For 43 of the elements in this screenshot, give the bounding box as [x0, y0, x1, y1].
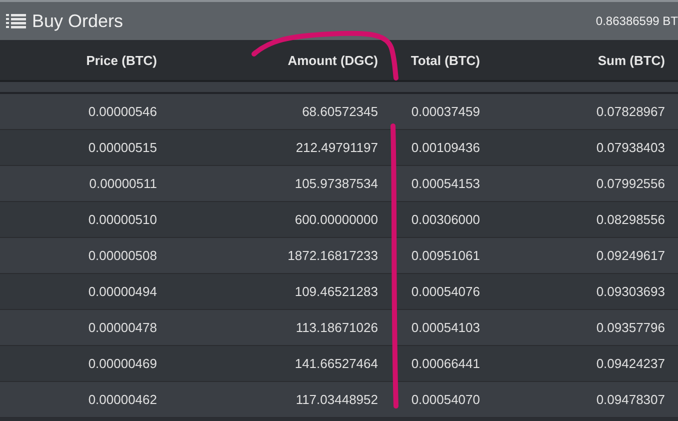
- table-cell-text: 0.09357796: [595, 320, 665, 335]
- table-cell-text: 212.49791197: [294, 140, 378, 155]
- table-cell-text: 0.00037459: [410, 104, 480, 119]
- column-header: Sum (BTC): [596, 52, 665, 68]
- column-header: Price (BTC): [85, 52, 157, 68]
- table-cell-text: 0.08298556: [595, 212, 665, 227]
- table-cell-text: 117.03448952: [294, 392, 378, 407]
- table-cell-text: 600.00000000: [294, 212, 378, 227]
- table-cell-text: 0.00054070: [410, 392, 480, 407]
- table-cell-text: 0.00066441: [410, 356, 480, 371]
- table-cell-text: 0.00000510: [87, 212, 157, 227]
- table-cell-text: 0.07938403: [595, 140, 665, 155]
- table-cell-text: 105.97387534: [294, 176, 378, 191]
- table-cell-text: 109.46521283: [294, 284, 378, 299]
- table-cell-text: 0.00000508: [87, 248, 157, 263]
- table-cell-text: 0.00000546: [87, 104, 157, 119]
- table-cell-text: 0.00000462: [87, 392, 157, 407]
- table-cell-text: 0.00000511: [88, 176, 157, 191]
- table-cell-text: 68.60572345: [301, 104, 378, 119]
- table-cell-text: 1872.16817233: [286, 248, 378, 263]
- table-cell-text: 0.00000478: [87, 320, 157, 335]
- table-cell-text: 0.09478307: [595, 392, 665, 407]
- table-cell-text: 0.00054076: [410, 284, 480, 299]
- table-cell-text: 0.00000494: [87, 284, 157, 299]
- numbered-list-icon: [6, 13, 26, 29]
- table-cell-text: 0.00000469: [87, 356, 157, 371]
- table-cell-text: 0.09424237: [595, 356, 665, 371]
- table-cell-text: 0.00054103: [410, 320, 480, 335]
- table-cell-text: 0.00306000: [410, 212, 480, 227]
- table-cell-text: 0.00109436: [410, 140, 480, 155]
- table-cell-text: 0.00000515: [87, 140, 157, 155]
- column-header: Amount (DGC): [286, 52, 378, 68]
- table-cell-text: 0.00951061: [410, 248, 480, 263]
- total-value: 0.86386599 BT: [596, 14, 678, 28]
- table-cell-text: 0.00054153: [410, 176, 480, 191]
- table-cell-text: 0.09249617: [595, 248, 665, 263]
- column-header: Total (BTC): [410, 52, 480, 68]
- panel-title: Buy Orders: [32, 10, 124, 32]
- table-cell-text: 0.09303693: [595, 284, 665, 299]
- table-cell-text: 113.18671026: [294, 320, 378, 335]
- table-cell-text: 0.07992556: [595, 176, 665, 191]
- table-cell-text: 141.66527464: [294, 356, 378, 371]
- table-cell-text: 0.07828967: [595, 104, 665, 119]
